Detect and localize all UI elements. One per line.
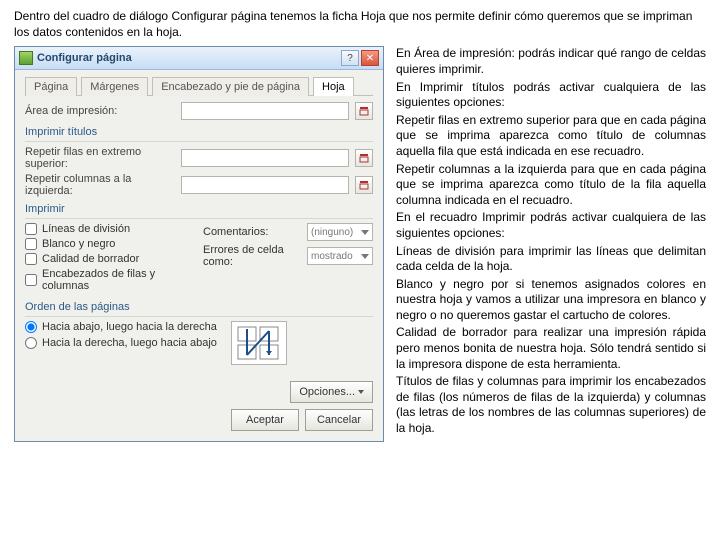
gridlines-checkbox[interactable]: Líneas de división — [25, 223, 195, 235]
collapse-dialog-icon[interactable] — [355, 176, 373, 194]
cell-errors-select[interactable]: mostrado — [307, 247, 373, 265]
close-button[interactable]: ✕ — [361, 50, 379, 66]
tab-header-footer[interactable]: Encabezado y pie de página — [152, 77, 309, 96]
repeat-rows-label: Repetir filas en extremo superior: — [25, 146, 175, 170]
explain-text: Repetir filas en extremo superior para q… — [396, 113, 706, 160]
explain-text: En el recuadro Imprimir podrás activar c… — [396, 210, 706, 241]
explain-text: En Imprimir títulos podrás activar cualq… — [396, 80, 706, 111]
print-group: Imprimir — [25, 203, 373, 215]
repeat-cols-input[interactable] — [181, 176, 349, 194]
explain-text: Repetir columnas a la izquierda para que… — [396, 162, 706, 209]
comments-select[interactable]: (ninguno) — [307, 223, 373, 241]
cancel-button[interactable]: Cancelar — [305, 409, 373, 431]
headings-checkbox[interactable]: Encabezados de filas y columnas — [25, 268, 195, 292]
explain-text: Calidad de borrador para realizar una im… — [396, 325, 706, 372]
headings-label: Encabezados de filas y columnas — [42, 268, 195, 292]
ok-button[interactable]: Aceptar — [231, 409, 299, 431]
collapse-dialog-icon[interactable] — [355, 102, 373, 120]
order-across-label: Hacia la derecha, luego hacia abajo — [42, 337, 217, 349]
cell-errors-label: Errores de celda como: — [203, 244, 303, 268]
explanation-column: En Área de impresión: podrás indicar qué… — [396, 46, 706, 442]
bw-label: Blanco y negro — [42, 238, 115, 250]
explain-text: Títulos de filas y columnas para imprimi… — [396, 374, 706, 436]
bw-checkbox[interactable]: Blanco y negro — [25, 238, 195, 250]
intro-text: Dentro del cuadro de diálogo Configurar … — [14, 8, 706, 40]
page-setup-dialog: Configurar página ? ✕ Página Márgenes En… — [14, 46, 384, 442]
page-order-group: Orden de las páginas — [25, 301, 373, 313]
gridlines-label: Líneas de división — [42, 223, 130, 235]
titlebar: Configurar página ? ✕ — [15, 47, 383, 70]
comments-label: Comentarios: — [203, 226, 303, 238]
draft-label: Calidad de borrador — [42, 253, 139, 265]
order-across-radio[interactable]: Hacia la derecha, luego hacia abajo — [25, 337, 217, 349]
draft-checkbox[interactable]: Calidad de borrador — [25, 253, 195, 265]
repeat-rows-input[interactable] — [181, 149, 349, 167]
page-order-diagram-icon — [231, 321, 287, 365]
order-down-label: Hacia abajo, luego hacia la derecha — [42, 321, 217, 333]
print-area-label: Área de impresión: — [25, 105, 175, 117]
print-titles-group: Imprimir títulos — [25, 126, 373, 138]
explain-text: Líneas de división para imprimir las lín… — [396, 244, 706, 275]
explain-text: En Área de impresión: podrás indicar qué… — [396, 46, 706, 77]
options-button[interactable]: Opciones... — [290, 381, 373, 403]
order-down-radio[interactable]: Hacia abajo, luego hacia la derecha — [25, 321, 217, 333]
explain-text: Blanco y negro por si tenemos asignados … — [396, 277, 706, 324]
collapse-dialog-icon[interactable] — [355, 149, 373, 167]
tabstrip: Página Márgenes Encabezado y pie de pági… — [25, 76, 373, 96]
tab-page[interactable]: Página — [25, 77, 77, 96]
tab-margins[interactable]: Márgenes — [81, 77, 148, 96]
tab-sheet[interactable]: Hoja — [313, 77, 354, 96]
help-button[interactable]: ? — [341, 50, 359, 66]
repeat-cols-label: Repetir columnas a la izquierda: — [25, 173, 175, 197]
app-icon — [19, 51, 33, 65]
print-area-input[interactable] — [181, 102, 349, 120]
dialog-title: Configurar página — [37, 52, 341, 64]
dialog-screenshot: Configurar página ? ✕ Página Márgenes En… — [14, 46, 384, 442]
